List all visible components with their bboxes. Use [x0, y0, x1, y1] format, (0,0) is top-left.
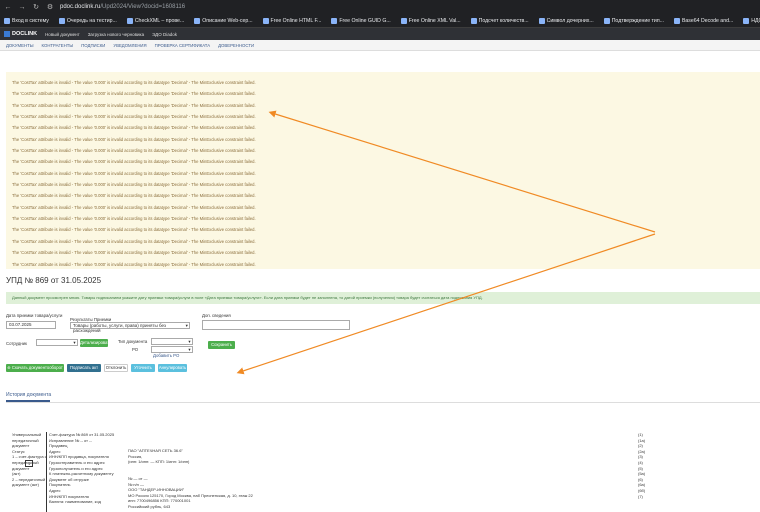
- arrow-to-actions: [236, 233, 656, 375]
- annotation-arrows: [236, 110, 656, 375]
- arrow-to-errors: [268, 110, 656, 233]
